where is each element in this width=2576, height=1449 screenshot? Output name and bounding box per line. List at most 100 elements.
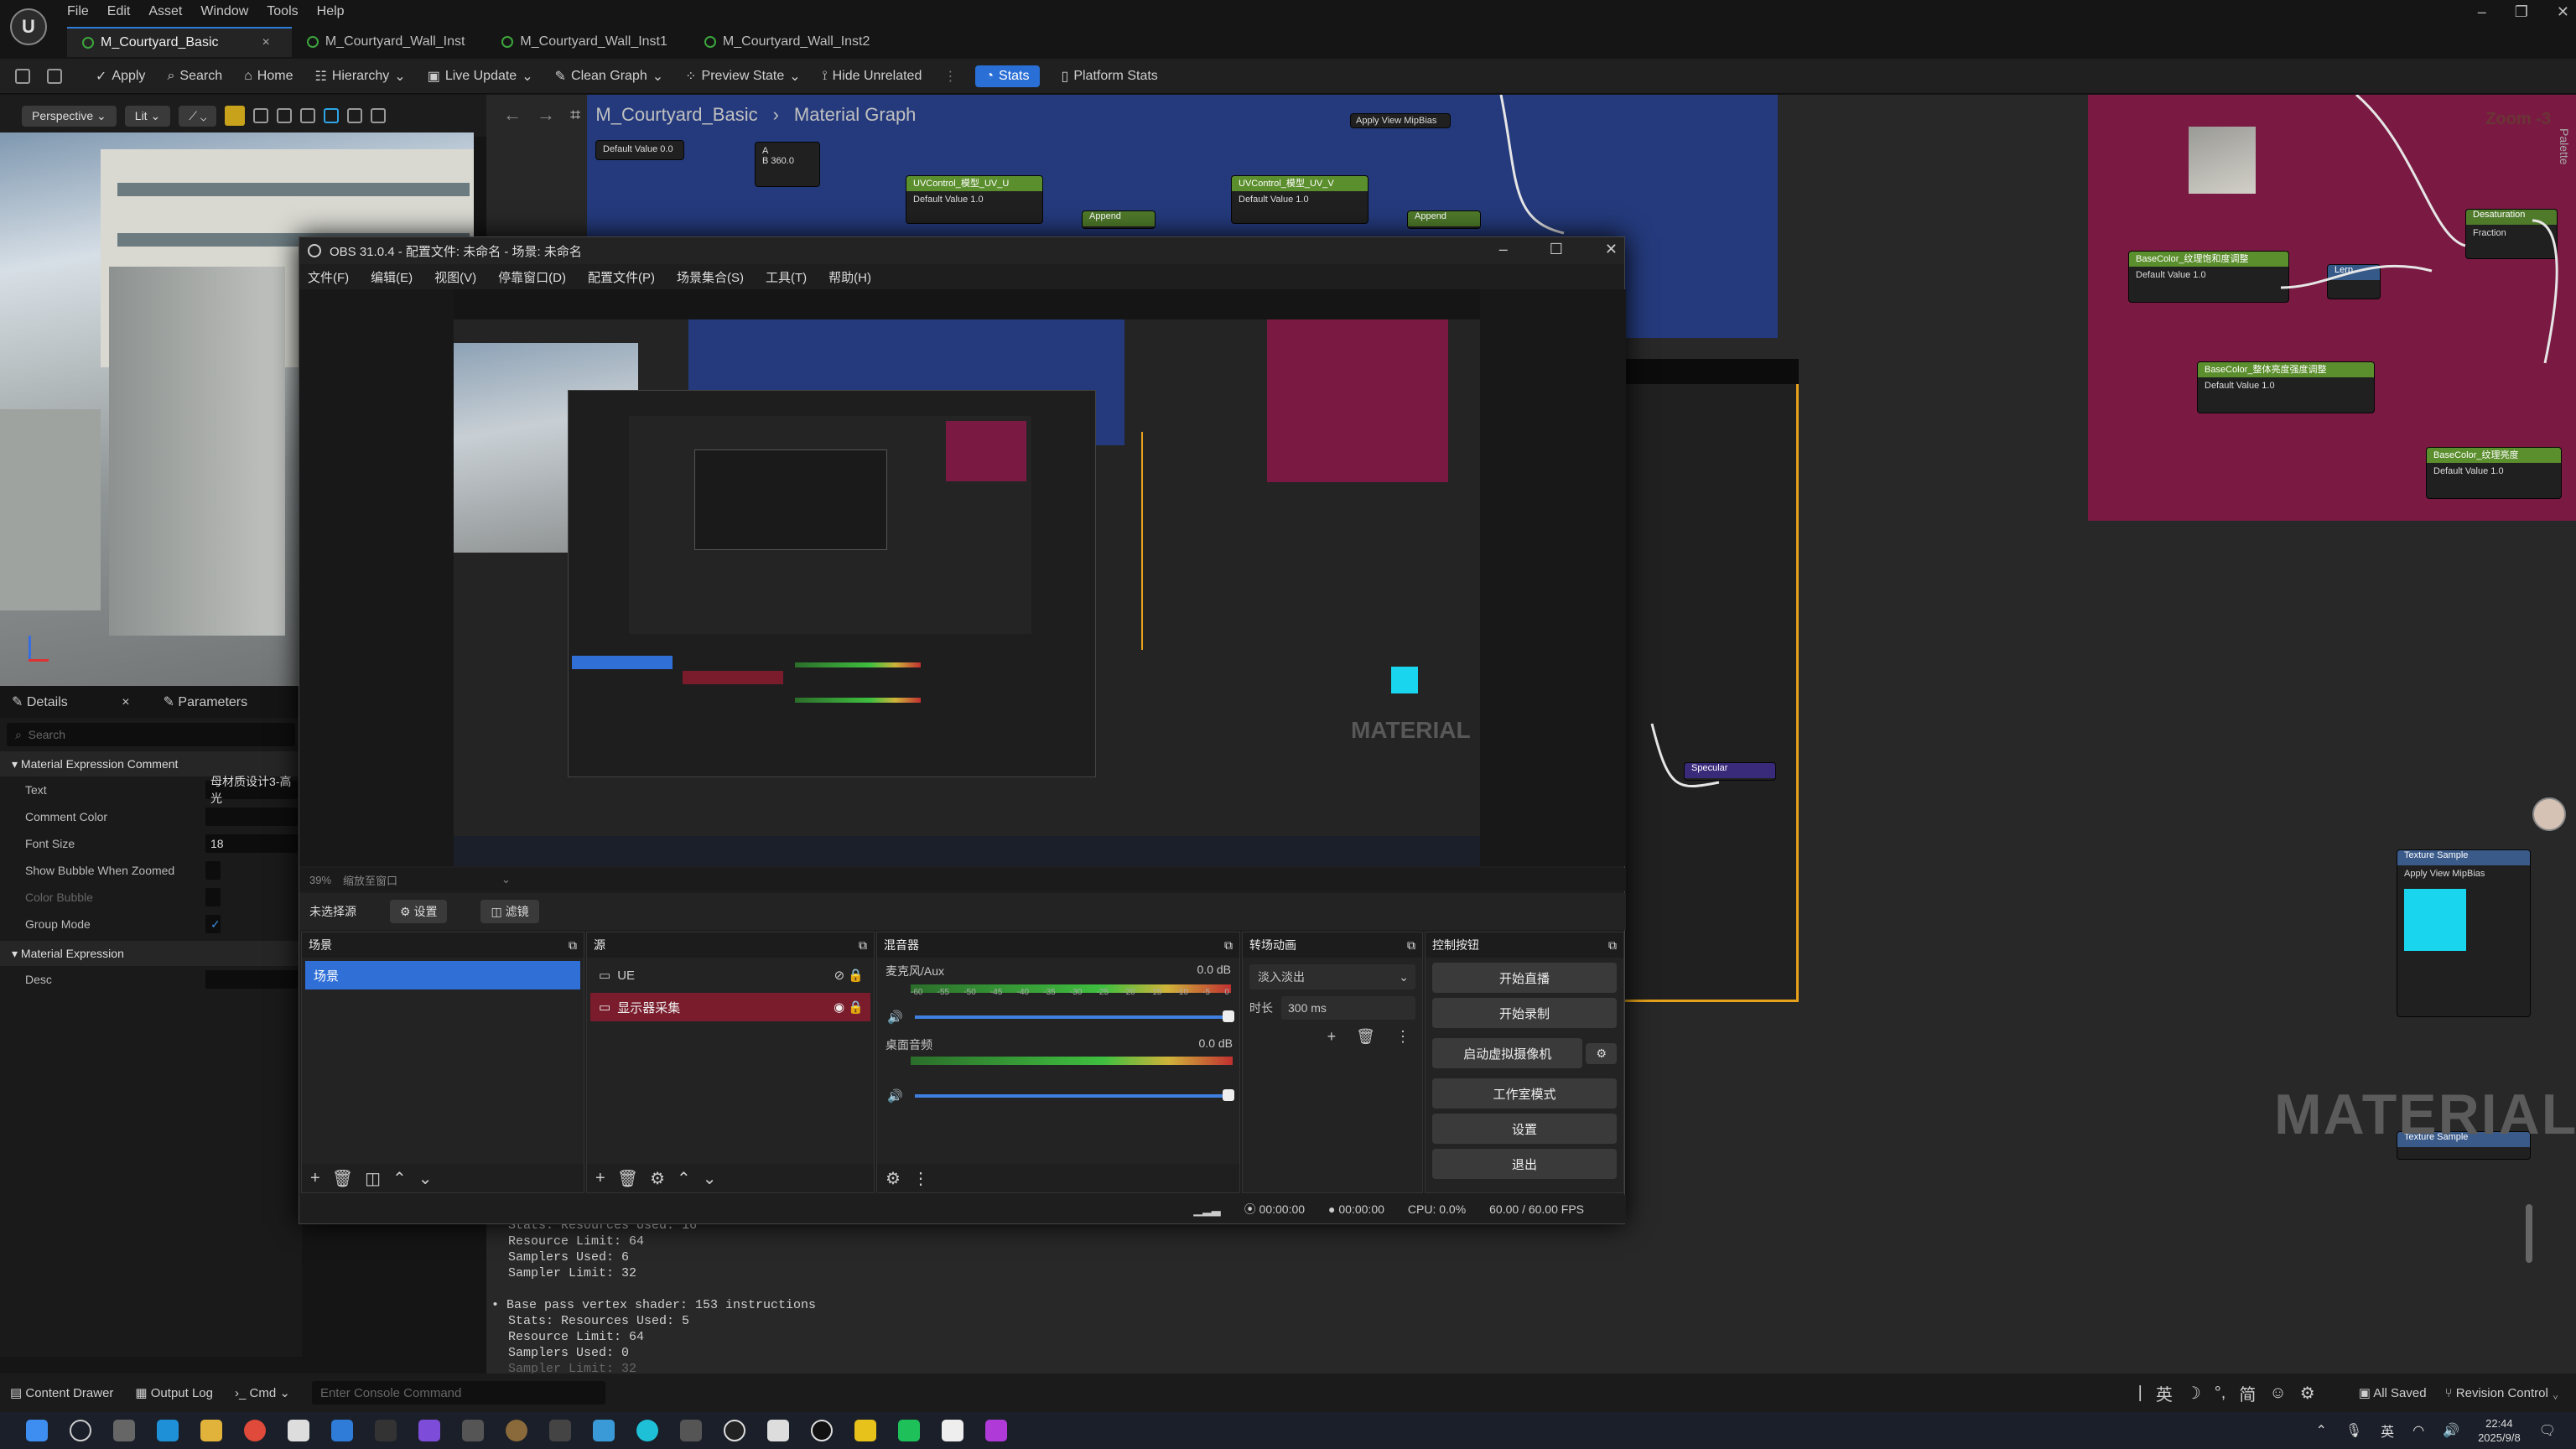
add-icon[interactable]: + (595, 1169, 605, 1188)
menu-asset[interactable]: Asset (148, 4, 182, 19)
undock-icon[interactable]: ⧉ (1407, 938, 1415, 953)
obs-icon[interactable] (724, 1420, 745, 1441)
source-settings-button[interactable]: ⚙ 设置 (390, 900, 448, 923)
plane-icon[interactable] (300, 108, 316, 123)
menu-edit[interactable]: Edit (107, 4, 131, 19)
app-icon[interactable] (288, 1420, 309, 1441)
group-mode-checkbox[interactable]: ✓ (205, 915, 221, 933)
text-field[interactable]: 母材质设计3-高光 (205, 775, 298, 805)
gear-icon[interactable]: ⚙ (1586, 1042, 1617, 1064)
app-icon[interactable] (462, 1420, 484, 1441)
tab-m-courtyard-wall-inst1[interactable]: M_Courtyard_Wall_Inst1 (486, 27, 688, 57)
obs-menu-help[interactable]: 帮助(H) (828, 268, 871, 286)
obs-menu-docks[interactable]: 停靠窗口(D) (498, 268, 566, 286)
obs-menu-profile[interactable]: 配置文件(P) (588, 268, 655, 286)
speaker-icon[interactable]: 🔊 (887, 1088, 903, 1104)
menu-file[interactable]: File (67, 4, 89, 19)
visual-studio-icon[interactable] (418, 1420, 440, 1441)
browse-icon[interactable] (47, 68, 62, 84)
desc-field[interactable] (205, 970, 298, 989)
terminal-icon[interactable] (375, 1420, 397, 1441)
show-flags-icon[interactable]: ⟋ ⌄ (179, 105, 217, 127)
tab-parameters[interactable]: ✎ Parameters (164, 693, 248, 710)
wechat-icon[interactable] (898, 1420, 920, 1441)
studio-mode-button[interactable]: 工作室模式 (1432, 1078, 1617, 1109)
start-recording-button[interactable]: 开始录制 (1432, 998, 1617, 1028)
breadcrumb-root[interactable]: M_Courtyard_Basic (595, 104, 757, 126)
obs-menu-edit[interactable]: 编辑(E) (371, 268, 413, 286)
source-item-display[interactable]: ▭ 显示器采集 ◉ 🔒 (590, 993, 870, 1021)
start-streaming-button[interactable]: 开始直播 (1432, 963, 1617, 993)
font-size-field[interactable]: 18 (205, 834, 298, 853)
undock-icon[interactable]: ⧉ (859, 938, 867, 953)
avatar[interactable] (2532, 797, 2566, 831)
punctuation-icon[interactable]: °, (2215, 1384, 2226, 1403)
menu-tools[interactable]: Tools (267, 4, 298, 19)
minimize-icon[interactable]: – (1499, 241, 1508, 258)
cylinder-icon[interactable] (347, 108, 363, 123)
teapot-icon[interactable] (371, 108, 387, 123)
chevron-up-icon[interactable]: ⌃ (2315, 1422, 2326, 1439)
stats-button[interactable]: ◔ Stats (975, 65, 1040, 87)
zoom-mode-dropdown[interactable]: 缩放至窗口 (343, 872, 397, 888)
gear-icon[interactable]: ⚙ (650, 1168, 665, 1189)
moon-icon[interactable]: ☽ (2186, 1383, 2201, 1404)
revision-control-button[interactable]: ⑂ Revision Control ⌄ (2445, 1386, 2559, 1400)
forward-icon[interactable]: → (537, 104, 555, 126)
mic-volume-slider[interactable] (914, 1010, 1234, 1022)
more-icon[interactable]: ⋮ (1395, 1028, 1410, 1046)
menu-help[interactable]: Help (317, 4, 345, 19)
tab-m-courtyard-wall-inst[interactable]: M_Courtyard_Wall_Inst (292, 27, 487, 57)
chevron-down-icon[interactable]: ⌄ (501, 873, 511, 886)
add-icon[interactable]: + (310, 1169, 320, 1188)
close-icon[interactable]: ✕ (2557, 3, 2569, 21)
app-icon[interactable] (506, 1420, 527, 1441)
app-icon[interactable] (767, 1420, 789, 1441)
advanced-audio-icon[interactable]: ⚙ (886, 1168, 901, 1189)
search-icon[interactable] (70, 1420, 91, 1441)
clean-graph-button[interactable]: ✎ Clean Graph ⌄ (555, 68, 664, 85)
close-icon[interactable]: × (122, 695, 129, 709)
section-material-expression[interactable]: ▾ Material Expression (0, 941, 302, 966)
apply-button[interactable]: ✓ Apply (96, 68, 145, 85)
scrollbar[interactable] (2526, 1204, 2532, 1263)
task-view-icon[interactable] (113, 1420, 135, 1441)
move-down-icon[interactable]: ⌄ (418, 1168, 433, 1189)
preview-state-button[interactable]: ⁘ Preview State ⌄ (685, 68, 801, 85)
ime-icon[interactable]: 英 (2381, 1420, 2394, 1441)
transition-select[interactable]: 淡入淡出 ⌄ (1249, 964, 1415, 989)
console-input[interactable]: Enter Console Command (311, 1381, 605, 1405)
obs-preview[interactable]: MATERIAL (299, 289, 1626, 866)
search-button[interactable]: ⌕ Search (167, 69, 222, 84)
settings-button[interactable]: 设置 (1432, 1114, 1617, 1144)
realtime-icon[interactable] (225, 106, 246, 126)
color-swatch[interactable] (205, 808, 298, 826)
more-icon[interactable]: ⋮ (943, 68, 957, 85)
minimize-icon[interactable]: – (2478, 3, 2486, 21)
content-drawer-button[interactable]: ▤ Content Drawer (10, 1385, 113, 1400)
eye-icon[interactable]: ◉ 🔒 (834, 1000, 864, 1015)
maximize-icon[interactable]: ☐ (1550, 241, 1563, 258)
back-icon[interactable]: ← (503, 104, 522, 126)
details-search-input[interactable]: ⌕ Search (7, 723, 295, 746)
close-icon[interactable]: ✕ (1605, 241, 1618, 258)
ime-language[interactable]: 英 (2156, 1381, 2173, 1405)
edge-icon[interactable] (157, 1420, 179, 1441)
trash-icon[interactable]: 🗑 (617, 1168, 638, 1189)
tab-m-courtyard-wall-inst2[interactable]: M_Courtyard_Wall_Inst2 (689, 27, 891, 57)
unreal-logo[interactable]: U (10, 8, 47, 45)
ime-simplified[interactable]: 简 (2239, 1381, 2256, 1405)
perspective-dropdown[interactable]: Perspective ⌄ (22, 105, 117, 127)
more-icon[interactable]: ⋮ (912, 1168, 929, 1189)
live-update-button[interactable]: ▣ Live Update ⌄ (428, 68, 533, 85)
app-icon[interactable] (593, 1420, 615, 1441)
tab-details[interactable]: ✎ Details × (12, 693, 130, 710)
move-up-icon[interactable]: ⌃ (392, 1168, 407, 1189)
app-icon[interactable] (942, 1420, 963, 1441)
clock[interactable]: 22:44 2025/9/8 (2478, 1416, 2521, 1445)
move-up-icon[interactable]: ⌃ (677, 1168, 691, 1189)
app-icon[interactable] (854, 1420, 876, 1441)
all-saved-status[interactable]: ▣ All Saved (2359, 1385, 2427, 1400)
scene-item[interactable]: 场景 (305, 961, 580, 989)
emoji-icon[interactable]: ☺ (2269, 1384, 2286, 1403)
